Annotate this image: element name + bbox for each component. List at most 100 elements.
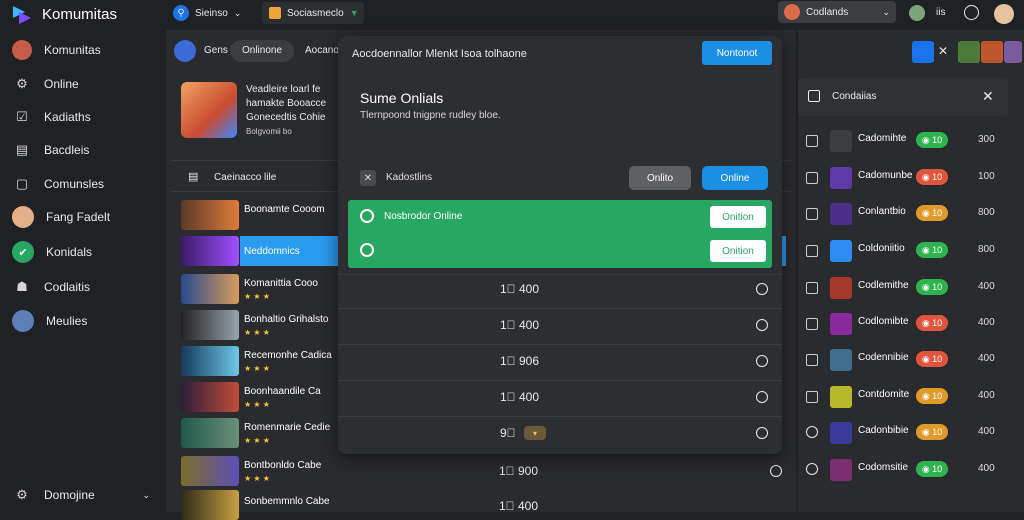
tab-gens[interactable]: Gens: [204, 45, 228, 56]
sidebar-footer-item[interactable]: ⚙ Domojine ⌄: [0, 480, 158, 510]
clock-icon[interactable]: [756, 283, 768, 295]
row-checkbox[interactable]: [806, 282, 818, 294]
row-thumbnail[interactable]: [181, 310, 239, 340]
divider: [338, 380, 782, 381]
clock-icon[interactable]: [756, 319, 768, 331]
modal-title: Sume Onlials: [360, 90, 444, 106]
row-value: 1⃣ 400: [499, 499, 539, 513]
modal-header-text: Aocdoennallor Mlenkt Isoa tolhaone: [352, 48, 527, 60]
row-title: Bonhaltio Grihalsto: [244, 314, 329, 325]
row-value: 400: [978, 353, 995, 364]
row-thumbnail[interactable]: [181, 490, 239, 520]
list-item[interactable]: Codlemithe ◉ 10 400: [798, 270, 1024, 306]
tab-aocano[interactable]: Aocano: [305, 45, 339, 56]
row-label: Cadomihte: [858, 133, 907, 144]
tab-onlinone[interactable]: Onlinone: [230, 40, 295, 62]
row-title: Recemonhe Cadica: [244, 350, 332, 361]
row-thumbnail[interactable]: [181, 200, 239, 230]
avatar[interactable]: [981, 41, 1003, 63]
clock-icon[interactable]: [756, 391, 768, 403]
sidebar-item-meulies[interactable]: Meulies: [0, 306, 158, 336]
row-title: Boonhaandile Ca: [244, 386, 321, 397]
row-checkbox[interactable]: [806, 391, 818, 403]
list-item[interactable]: Cadomunbe ◉ 10 100: [798, 160, 1024, 196]
status-action-button[interactable]: Onition: [710, 240, 766, 262]
sidebar-item-konidals[interactable]: ✔ Konidals: [0, 237, 158, 267]
divider: [338, 416, 782, 417]
list-item[interactable]: Cadomihte ◉ 10 300: [798, 123, 1024, 159]
list-item[interactable]: Contdomite ◉ 10 400: [798, 379, 1024, 415]
row-title: Sonbemmnlo Cabe: [244, 496, 330, 507]
check-circle-icon[interactable]: [964, 5, 979, 20]
row-thumbnail[interactable]: [181, 346, 239, 376]
list-item[interactable]: Conlantbio ◉ 10 800: [798, 196, 1024, 232]
status-row: Nosbrodor Online Onition: [348, 200, 772, 234]
row-checkbox[interactable]: [806, 135, 818, 147]
offline-toggle-button[interactable]: Onlito: [629, 166, 691, 190]
avatar[interactable]: [909, 5, 925, 21]
row-title: Komanittia Cooo: [244, 278, 318, 289]
row-checkbox[interactable]: [806, 354, 818, 366]
avatar[interactable]: [994, 4, 1014, 24]
row-value: 1⃣ 400: [500, 390, 540, 404]
avatar[interactable]: [958, 41, 980, 63]
row-title: Romenmarie Cedie: [244, 422, 331, 433]
row-thumbnail[interactable]: [181, 382, 239, 412]
sidebar-item-codlaitis[interactable]: ☗ Codlaitis: [0, 272, 158, 302]
expand-badge[interactable]: ▾: [524, 426, 546, 440]
sidebar-item-label: Comunsles: [44, 177, 105, 191]
sidebar-item-bacdleis[interactable]: ▤ Bacdleis: [0, 135, 158, 165]
row-checkbox[interactable]: [806, 208, 818, 220]
search-dropdown[interactable]: ⚲ Sieinso ⌄: [170, 2, 256, 24]
search-icon[interactable]: [806, 426, 818, 438]
search-icon[interactable]: [806, 463, 818, 475]
row-checkbox[interactable]: [806, 245, 818, 257]
list-item[interactable]: Codomsitie ◉ 10 400: [798, 452, 1024, 488]
sidebar-item-fang-fadelt[interactable]: Fang Fadelt: [0, 202, 158, 232]
online-toggle-button[interactable]: Online: [702, 166, 768, 190]
search-icon: ⚲: [173, 5, 189, 21]
list-item[interactable]: Cadonbibie ◉ 10 400: [798, 415, 1024, 451]
status-badge: ◉ 10: [916, 315, 948, 331]
avatar[interactable]: [1004, 41, 1022, 63]
sidebar-item-comunsles[interactable]: ▢ Comunsles: [0, 169, 158, 199]
status-badge: ◉ 10: [916, 351, 948, 367]
list-item[interactable]: Codennibie ◉ 10 400: [798, 342, 1024, 378]
modal-primary-button[interactable]: Nontonot: [702, 41, 772, 65]
filter-label: Kadostlins: [386, 172, 433, 183]
clock-icon[interactable]: [756, 427, 768, 439]
gear-icon: ⚙: [16, 76, 28, 91]
game-title-line: Gonecedtis Cohie: [246, 112, 326, 123]
tool-icon[interactable]: ✕: [938, 44, 948, 58]
game-thumbnail[interactable]: [181, 82, 237, 138]
close-icon[interactable]: ✕: [982, 88, 994, 105]
row-thumbnail: [830, 459, 852, 481]
row-checkbox[interactable]: [806, 318, 818, 330]
clock-icon[interactable]: [756, 355, 768, 367]
status-badge: ◉ 10: [916, 461, 948, 477]
list-item[interactable]: Codlomibte ◉ 10 400: [798, 306, 1024, 342]
row-value: 1⃣ 906: [500, 354, 540, 368]
list-item[interactable]: Coldoniitio ◉ 10 800: [798, 233, 1024, 269]
row-thumbnail: [830, 203, 852, 225]
account-select[interactable]: Codlands ⌄: [778, 1, 896, 23]
sidebar-item-online[interactable]: ⚙ Online: [0, 69, 158, 99]
status-action-button[interactable]: Onition: [710, 206, 766, 228]
app-icon[interactable]: [912, 41, 934, 63]
sidebar-item-komunitas[interactable]: Komunitas: [0, 35, 158, 65]
row-thumbnail[interactable]: [181, 456, 239, 486]
row-thumbnail[interactable]: [181, 274, 239, 304]
row-checkbox[interactable]: [806, 172, 818, 184]
language-label[interactable]: iis: [936, 7, 945, 18]
row-thumbnail[interactable]: [181, 418, 239, 448]
row-label: Codlemithe: [858, 280, 909, 291]
row-value: 400: [978, 426, 995, 437]
chat-bubble-icon: ▢: [15, 176, 29, 191]
row-value: 400: [978, 390, 995, 401]
sidebar-item-kadiaths[interactable]: ☑ Kadiaths: [0, 102, 158, 132]
row-thumbnail[interactable]: [181, 236, 239, 266]
row-thumbnail: [830, 313, 852, 335]
chevron-down-icon: ⌄: [882, 6, 890, 17]
row-label: Codennibie: [858, 352, 909, 363]
topbar-tab[interactable]: Sociasmeclo ▼: [262, 2, 364, 24]
